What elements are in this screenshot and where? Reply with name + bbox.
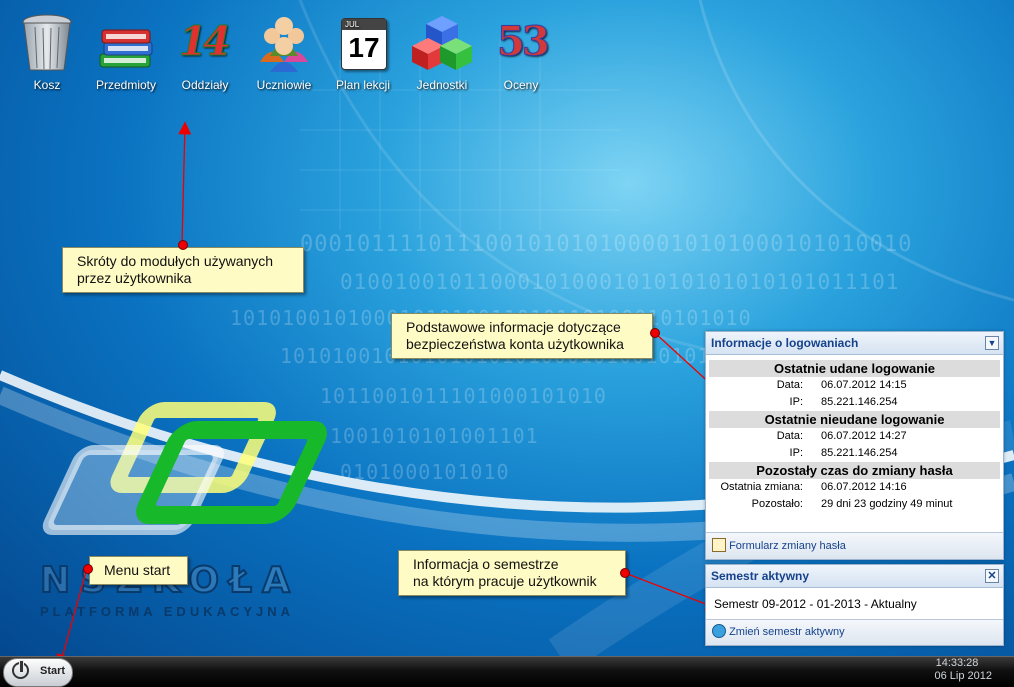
clock-date: 06 Lip 2012 [934,670,993,682]
change-semester-link[interactable]: Zmień semestr aktywny [706,619,1003,645]
form-edit-icon [712,538,726,553]
row-label: Data: [776,430,803,442]
desktop-icon-uczniowie[interactable]: Uczniowie [244,12,324,92]
row-label: IP: [789,447,803,459]
icon-label: Uczniowie [256,78,312,92]
icon-label: Jednostki [416,78,468,92]
row-value: 29 dni 23 godziny 49 minut [821,498,953,510]
calendar-month: JUL [342,19,386,30]
row-value: 06.07.2012 14:27 [821,430,907,442]
icon-label: Plan lekcji [335,78,391,92]
fail-ip-row: IP: 85.221.146.254 [706,445,1003,462]
last-change-row: Ostatnia zmiana: 06.07.2012 14:16 [706,479,1003,496]
pointer-dot [620,568,630,578]
row-value: 06.07.2012 14:15 [821,379,907,391]
link-label: Formularz zmiany hasła [729,540,846,552]
grades-icon: 53 [491,12,551,74]
numbers-icon-text: 14 [179,18,232,66]
callout-shortcuts: Skróty do modułych używanych przez użytk… [62,247,304,293]
panel-title: Informacje o logowaniach [711,336,859,350]
desktop-icon-kosz[interactable]: Kosz [7,12,87,92]
callout-semester: Informacja o semestrze na którym pracuje… [398,550,626,596]
icon-label: Przedmioty [95,78,157,92]
login-info-panel: Informacje o logowaniach ▼ Ostatnie udan… [705,331,1004,560]
calendar-icon: JUL 17 [333,12,393,74]
logo-emblem [42,402,327,535]
books-icon [96,12,156,74]
collapse-icon[interactable]: ▼ [985,336,999,350]
pointer-dot [83,564,93,574]
pointer-dot [650,328,660,338]
trash-icon [17,12,77,74]
desktop-icon-oddzialy[interactable]: 14 Oddziały [165,12,245,93]
logo-subtitle: PLATFORMA EDUKACYJNA [40,604,295,619]
panel-title: Semestr aktywny [711,569,810,583]
calendar-day: 17 [348,32,380,63]
clock-time: 14:33:28 [935,657,979,669]
close-icon[interactable]: ✕ [985,569,999,583]
binary-text: 1011001011101000101010 [320,384,607,408]
callout-start: Menu start [89,556,188,585]
power-icon-bar [19,660,24,673]
change-password-link[interactable]: Formularz zmiany hasła [706,532,1003,559]
cubes-icon [412,12,472,74]
row-label: Ostatnia zmiana: [720,481,803,493]
icon-label: Oddziały [181,78,229,92]
section-title: Ostatnie nieudane logowanie [709,411,1000,428]
semester-header: Semestr aktywny ✕ [706,565,1003,588]
desktop: 0001011110111001010101000010101000101010… [0,0,1014,656]
students-icon [254,12,314,74]
login-info-header[interactable]: Informacje o logowaniach ▼ [706,332,1003,355]
semester-panel: Semestr aktywny ✕ Semestr 09-2012 - 01-2… [705,564,1004,646]
callout-security: Podstawowe informacje dotyczące bezpiecz… [391,313,653,359]
row-value: 85.221.146.254 [821,396,898,408]
success-date-row: Data: 06.07.2012 14:15 [706,377,1003,394]
pointer-dot [178,240,188,250]
binary-text: 0101000101010 [340,460,510,484]
row-value: 06.07.2012 14:16 [821,481,907,493]
desktop-icon-oceny[interactable]: 53 Oceny [481,12,561,93]
binary-text: 1001010101001101 [330,424,539,448]
numbers-icon: 14 [175,12,235,74]
start-button[interactable]: Start [3,658,73,687]
icon-label: Oceny [503,78,539,92]
fail-date-row: Data: 06.07.2012 14:27 [706,428,1003,445]
row-label: Pozostało: [751,498,803,510]
row-label: IP: [789,396,803,408]
row-value: 85.221.146.254 [821,447,898,459]
success-ip-row: IP: 85.221.146.254 [706,394,1003,411]
remaining-row: Pozostało: 29 dni 23 godziny 49 minut [706,496,1003,513]
taskbar: Start 14:33:28 06 Lip 2012 [0,656,1014,687]
desktop-icon-plan-lekcji[interactable]: JUL 17 Plan lekcji [323,12,403,92]
clock: 14:33:28 06 Lip 2012 [922,657,993,683]
row-label: Data: [776,379,803,391]
semester-value: Semestr 09-2012 - 01-2013 - Aktualny [714,597,917,611]
section-title: Pozostały czas do zmiany hasła [709,462,1000,479]
grades-icon-text: 53 [497,18,551,66]
refresh-gear-icon [712,624,726,639]
binary-text: 0100100101100010100010101010101010101110… [340,270,900,294]
section-title: Ostatnie udane logowanie [709,360,1000,377]
start-label: Start [40,665,66,677]
desktop-icon-jednostki[interactable]: Jednostki [402,12,482,92]
link-label: Zmień semestr aktywny [729,626,845,638]
binary-text: 0001011110111001010101000010101000101010… [300,232,913,257]
icon-label: Kosz [33,78,61,92]
desktop-icon-przedmioty[interactable]: Przedmioty [86,12,166,92]
